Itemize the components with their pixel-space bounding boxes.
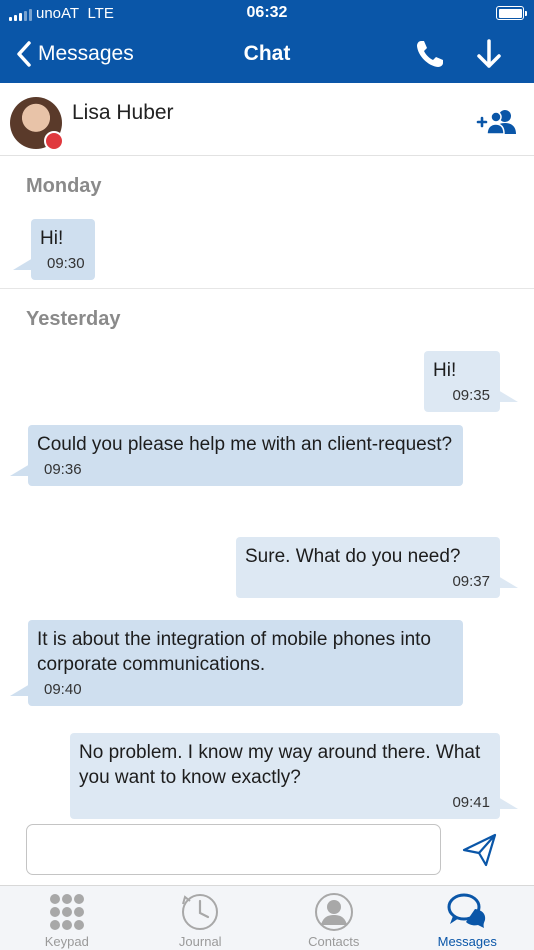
composer — [0, 819, 534, 885]
tab-messages[interactable]: Messages — [401, 886, 534, 950]
message-text: Could you please help me with an client-… — [37, 434, 453, 455]
message-outgoing[interactable]: Sure. What do you need? 09:37 — [236, 537, 518, 598]
call-button[interactable] — [414, 38, 446, 70]
message-text: Sure. What do you need? — [245, 546, 461, 567]
send-button[interactable] — [460, 831, 500, 869]
message-time: 09:37 — [452, 573, 490, 590]
phone-icon — [417, 41, 443, 67]
message-time: 09:36 — [44, 461, 82, 478]
back-button[interactable]: Messages — [14, 36, 134, 72]
top-bar: unoAT LTE 06:32 Messages Chat — [0, 0, 534, 83]
presence-indicator — [44, 131, 64, 151]
message-time: 09:41 — [452, 794, 490, 811]
status-bar: unoAT LTE 06:32 — [0, 0, 534, 28]
tab-bar: Keypad Journal Contacts Messages — [0, 885, 534, 950]
back-label: Messages — [38, 42, 134, 65]
clock-history-icon — [182, 894, 219, 930]
day-label: Yesterday — [26, 308, 121, 330]
avatar[interactable] — [10, 97, 64, 151]
battery-icon — [496, 6, 527, 20]
chevron-left-icon — [17, 41, 31, 67]
person-icon — [314, 893, 353, 931]
message-outgoing[interactable]: No problem. I know my way around there. … — [70, 733, 518, 819]
message-text: Hi! — [40, 228, 64, 249]
keypad-icon — [49, 894, 84, 930]
day-divider — [0, 288, 534, 289]
message-input[interactable] — [26, 824, 441, 875]
contact-header: Lisa Huber — [0, 83, 534, 156]
chat-bubbles-icon — [447, 893, 486, 928]
message-list[interactable]: Monday Hi! 09:30 Yesterday Hi! 09:35 Cou… — [0, 157, 534, 819]
message-time: 09:35 — [452, 387, 490, 404]
message-text: It is about the integration of mobile ph… — [37, 629, 431, 675]
send-icon — [462, 833, 497, 867]
status-time: 06:32 — [246, 4, 288, 21]
tab-label: Contacts — [308, 934, 360, 949]
download-button[interactable] — [474, 38, 504, 70]
tab-label: Keypad — [44, 934, 89, 949]
message-incoming[interactable]: It is about the integration of mobile ph… — [10, 620, 463, 706]
tab-journal[interactable]: Journal — [134, 886, 268, 950]
arrow-down-icon — [477, 39, 501, 68]
message-outgoing[interactable]: Hi! 09:35 — [424, 351, 518, 412]
message-incoming[interactable]: Could you please help me with an client-… — [10, 425, 463, 486]
add-participant-button[interactable] — [476, 108, 518, 136]
message-time: 09:30 — [47, 255, 85, 272]
tab-contacts[interactable]: Contacts — [267, 886, 401, 950]
message-time: 09:40 — [44, 681, 82, 698]
day-label: Monday — [26, 175, 102, 197]
message-text: Hi! — [433, 360, 457, 381]
message-incoming[interactable]: Hi! 09:30 — [13, 219, 95, 280]
message-text: No problem. I know my way around there. … — [79, 742, 481, 788]
tab-label: Messages — [437, 934, 497, 949]
tab-keypad[interactable]: Keypad — [0, 886, 134, 950]
contact-name: Lisa Huber — [72, 101, 174, 124]
add-participant-icon — [476, 110, 516, 135]
tab-label: Journal — [178, 934, 222, 949]
